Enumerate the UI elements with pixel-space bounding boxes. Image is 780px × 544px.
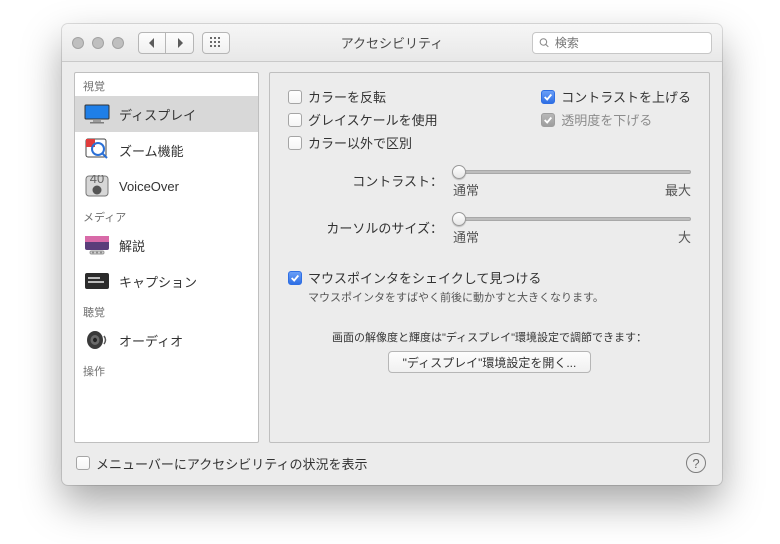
invert-colors-checkbox[interactable]: カラーを反転 — [288, 87, 438, 106]
back-button[interactable] — [138, 32, 166, 54]
reduce-transparency-checkbox: 透明度を下げる — [541, 110, 691, 129]
group-media: メディア — [75, 204, 258, 227]
sidebar-item-captions[interactable]: キャプション — [75, 263, 258, 299]
grayscale-checkbox[interactable]: グレイスケールを使用 — [288, 110, 438, 129]
sidebar-item-descriptions[interactable]: 解説 — [75, 227, 258, 263]
minimize-button[interactable] — [92, 37, 104, 49]
sidebar-item-audio[interactable]: オーディオ — [75, 322, 258, 358]
descriptions-icon — [83, 233, 111, 257]
cursor-size-label: カーソルのサイズ： — [288, 217, 443, 237]
contrast-slider[interactable] — [453, 170, 691, 174]
accessibility-window: アクセシビリティ 視覚 ディスプレイ ズーム機能 40 VoiceOver — [62, 24, 722, 485]
open-display-prefs-button[interactable]: "ディスプレイ"環境設定を開く... — [388, 351, 592, 373]
search-field[interactable] — [532, 32, 712, 54]
search-icon — [539, 37, 550, 49]
show-all-button[interactable] — [202, 32, 230, 54]
zoom-icon — [83, 138, 111, 162]
contrast-label: コントラスト： — [288, 170, 443, 190]
display-settings-panel: カラーを反転 グレイスケールを使用 カラー以外で区別 コントラストを上げる 透明… — [269, 72, 710, 443]
group-vision: 視覚 — [75, 73, 258, 96]
captions-icon — [83, 269, 111, 293]
audio-icon — [83, 328, 111, 352]
shake-subtext: マウスポインタをすばやく前後に動かすと大きくなります。 — [308, 289, 691, 305]
sidebar-item-zoom[interactable]: ズーム機能 — [75, 132, 258, 168]
cursor-size-slider[interactable] — [453, 217, 691, 221]
differentiate-checkbox[interactable]: カラー以外で区別 — [288, 133, 438, 152]
show-in-menubar-checkbox[interactable]: メニューバーにアクセシビリティの状況を表示 — [76, 454, 367, 473]
sidebar-item-display[interactable]: ディスプレイ — [75, 96, 258, 132]
search-input[interactable] — [555, 36, 705, 50]
category-sidebar[interactable]: 視覚 ディスプレイ ズーム機能 40 VoiceOver メディア 解説 — [74, 72, 259, 443]
group-interacting: 操作 — [75, 358, 258, 381]
zoom-button[interactable] — [112, 37, 124, 49]
titlebar: アクセシビリティ — [62, 24, 722, 62]
shake-to-locate-checkbox[interactable]: マウスポインタをシェイクして見つける — [288, 268, 691, 287]
forward-button[interactable] — [166, 32, 194, 54]
sidebar-item-label: ディスプレイ — [119, 105, 196, 124]
display-icon — [83, 102, 111, 126]
svg-text:40: 40 — [90, 175, 104, 186]
sidebar-item-label: VoiceOver — [119, 179, 179, 194]
display-prefs-info: 画面の解像度と輝度は"ディスプレイ"環境設定で調節できます： — [332, 329, 647, 345]
voiceover-icon: 40 — [83, 174, 111, 198]
traffic-lights — [72, 37, 124, 49]
increase-contrast-checkbox[interactable]: コントラストを上げる — [541, 87, 691, 106]
close-button[interactable] — [72, 37, 84, 49]
help-button[interactable]: ? — [686, 453, 706, 473]
sidebar-item-label: ズーム機能 — [119, 141, 184, 160]
sidebar-item-label: キャプション — [119, 272, 197, 291]
sidebar-item-label: オーディオ — [119, 331, 183, 350]
sidebar-item-voiceover[interactable]: 40 VoiceOver — [75, 168, 258, 204]
sidebar-item-label: 解説 — [119, 236, 145, 255]
group-hearing: 聴覚 — [75, 299, 258, 322]
